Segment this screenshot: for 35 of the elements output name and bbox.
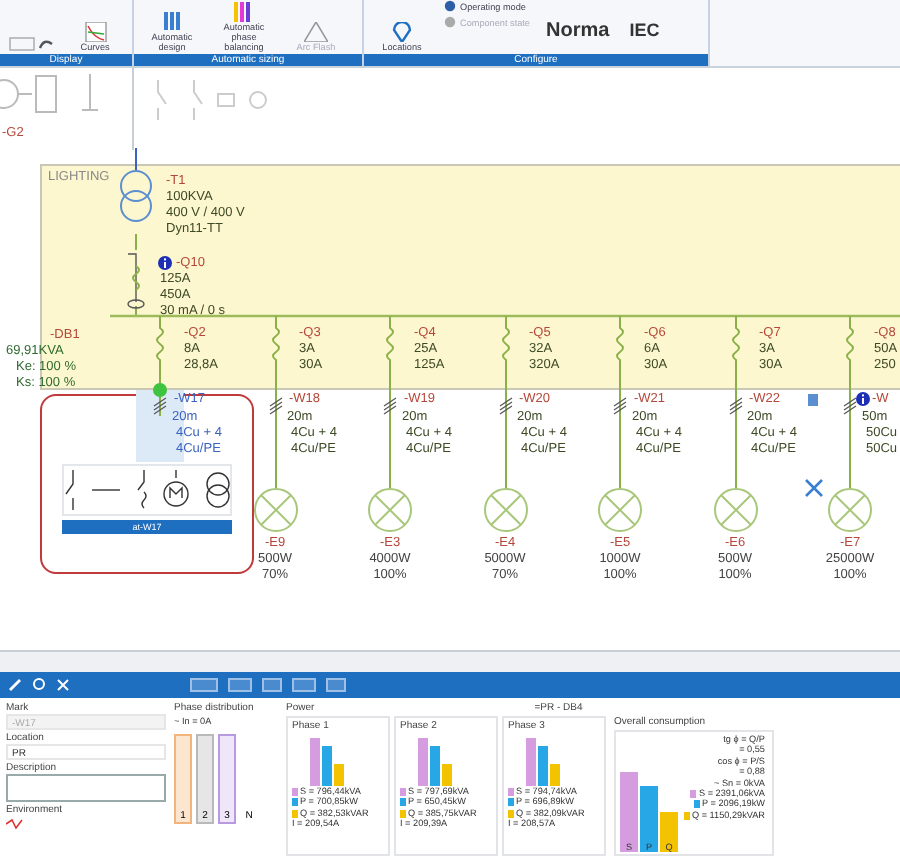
- warning-icon: [304, 22, 328, 42]
- environment-icon: [6, 818, 26, 830]
- lamp-icon: [253, 488, 297, 532]
- fuse-icon: [135, 470, 147, 510]
- columns-icon: [162, 12, 182, 32]
- junction-dot: [152, 382, 168, 398]
- lamp-icon: [828, 488, 872, 532]
- toolbar-button[interactable]: [190, 678, 218, 692]
- ribbon-button[interactable]: IEC: [625, 20, 664, 40]
- switch-icon: [64, 470, 76, 510]
- power-bars-drawing: [308, 734, 348, 786]
- power-bars-drawing: [416, 734, 456, 786]
- lamp-icon: [483, 488, 527, 532]
- lamp-icon: [713, 488, 757, 532]
- note-icon: [808, 394, 818, 406]
- feeder-line-drawing: [152, 316, 168, 416]
- power-bars-drawing: [524, 734, 564, 786]
- cross-marker-icon: [806, 480, 822, 496]
- motor-icon: [162, 470, 191, 510]
- bars-icon: [232, 2, 256, 22]
- lamp-icon: [368, 488, 412, 532]
- transformer-icon: [206, 472, 230, 508]
- toolbar-button[interactable]: [228, 678, 252, 692]
- toolbar-button[interactable]: [326, 678, 346, 692]
- line-icon: [91, 488, 120, 492]
- edit-icon[interactable]: [8, 678, 22, 692]
- curves-icon: [83, 22, 108, 42]
- input-field[interactable]: [6, 774, 166, 802]
- toolbar-button[interactable]: [292, 678, 316, 692]
- close-icon[interactable]: [56, 678, 70, 692]
- ribbon-button[interactable]: Norma: [542, 19, 614, 41]
- info-icon: [856, 392, 870, 406]
- rcd-breaker-icon: [126, 234, 146, 316]
- lamp-icon: [598, 488, 642, 532]
- toolbar-button[interactable]: [262, 678, 282, 692]
